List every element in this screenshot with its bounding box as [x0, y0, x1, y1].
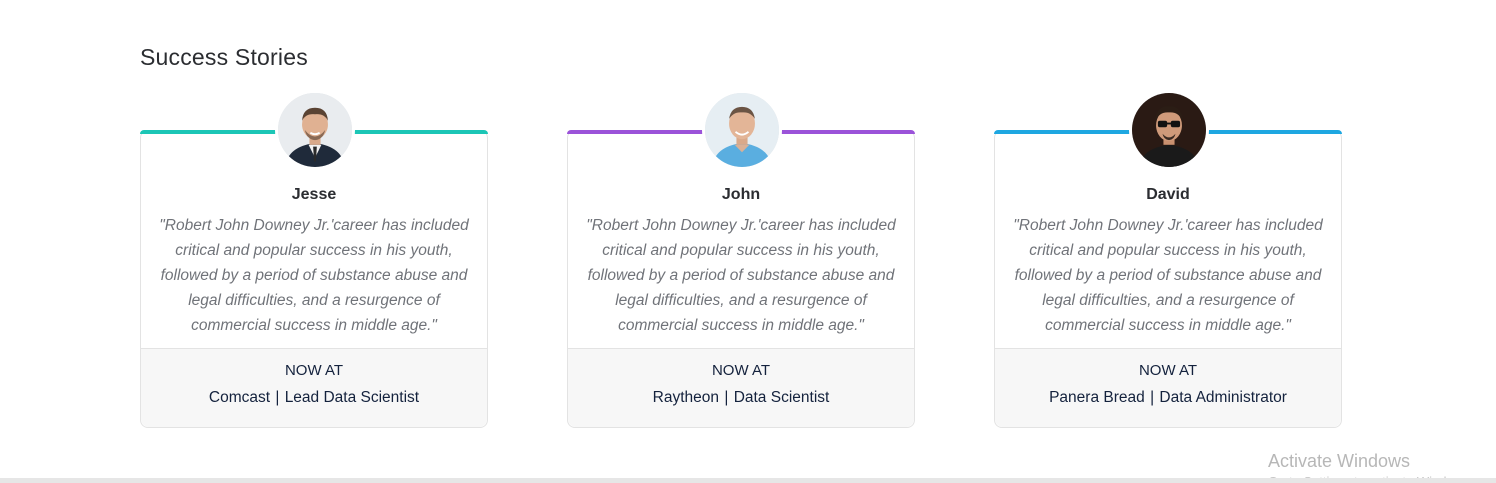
testimonial-quote: "Robert John Downey Jr.'career has inclu… — [1013, 217, 1323, 334]
section-title: Success Stories — [140, 44, 308, 70]
person-name: John — [721, 186, 761, 203]
separator: | — [724, 389, 729, 406]
current-position: Raytheon | Data Scientist — [568, 389, 914, 407]
separator: | — [275, 389, 280, 406]
card-footer: NOW AT Raytheon | Data Scientist — [568, 348, 914, 427]
testimonial-quote: "Robert John Downey Jr.'career has inclu… — [159, 217, 469, 334]
person-name: Jesse — [291, 186, 337, 203]
current-position: Comcast | Lead Data Scientist — [141, 389, 487, 407]
job-title: Data Administrator — [1159, 389, 1287, 406]
avatar — [1129, 90, 1209, 170]
company-name: Raytheon — [652, 389, 720, 406]
now-at-label: NOW AT — [1138, 362, 1198, 379]
separator: | — [1150, 389, 1155, 406]
job-title: Data Scientist — [733, 389, 830, 406]
current-position: Panera Bread | Data Administrator — [995, 389, 1341, 407]
card-footer: NOW AT Comcast | Lead Data Scientist — [141, 348, 487, 427]
company-name: Panera Bread — [1049, 389, 1145, 406]
now-at-label: NOW AT — [284, 362, 344, 379]
avatar — [275, 90, 355, 170]
activate-windows-watermark: Activate Windows — [1268, 451, 1411, 471]
card-footer: NOW AT Panera Bread | Data Administrator — [995, 348, 1341, 427]
job-title: Lead Data Scientist — [284, 389, 420, 406]
success-stories-page: Success Stories Jesse "Robert John Downe… — [0, 0, 1496, 483]
company-name: Comcast — [208, 389, 271, 406]
avatar — [702, 90, 782, 170]
now-at-label: NOW AT — [711, 362, 771, 379]
testimonial-quote: "Robert John Downey Jr.'career has inclu… — [586, 217, 896, 334]
person-name: David — [1146, 186, 1190, 203]
story-card-john: John "Robert John Downey Jr.'career has … — [567, 90, 915, 428]
horizontal-scrollbar[interactable] — [0, 478, 1496, 483]
story-card-jesse: Jesse "Robert John Downey Jr.'career has… — [140, 90, 488, 428]
story-card-david: David "Robert John Downey Jr.'career has… — [994, 90, 1342, 428]
